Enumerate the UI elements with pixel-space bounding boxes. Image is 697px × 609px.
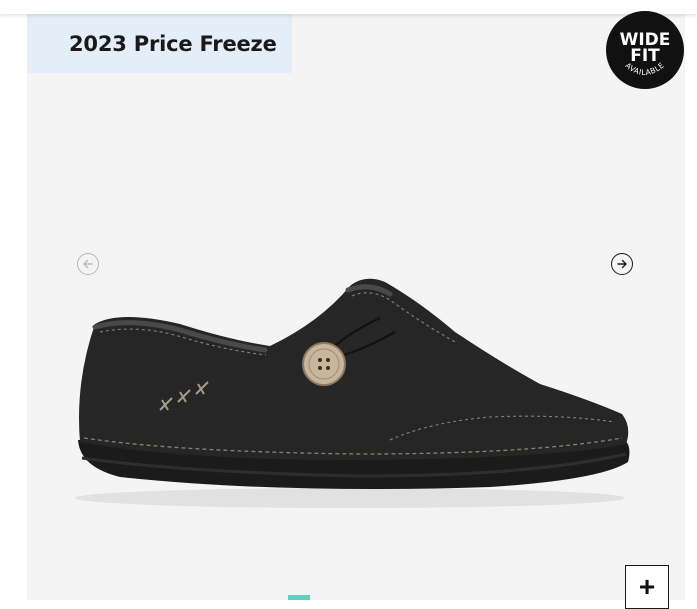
plus-icon: + [638, 571, 656, 602]
next-image-button[interactable] [611, 253, 633, 275]
product-shoe-image [75, 278, 630, 508]
arrow-left-icon [83, 259, 93, 269]
svg-text:AVAILABLE: AVAILABLE [624, 61, 667, 78]
badge-curved-text: AVAILABLE [624, 61, 667, 78]
promo-label: 2023 Price Freeze [69, 31, 277, 56]
previous-image-button[interactable] [77, 253, 99, 275]
wide-fit-badge: WIDE FIT AVAILABLE [606, 11, 684, 89]
arrow-right-icon [617, 259, 627, 269]
promo-banner: 2023 Price Freeze [27, 14, 292, 73]
badge-line-3: AVAILABLE [624, 61, 666, 78]
carousel-indicator-active[interactable] [288, 595, 310, 600]
zoom-button[interactable]: + [625, 565, 669, 609]
header-bar [0, 0, 697, 14]
